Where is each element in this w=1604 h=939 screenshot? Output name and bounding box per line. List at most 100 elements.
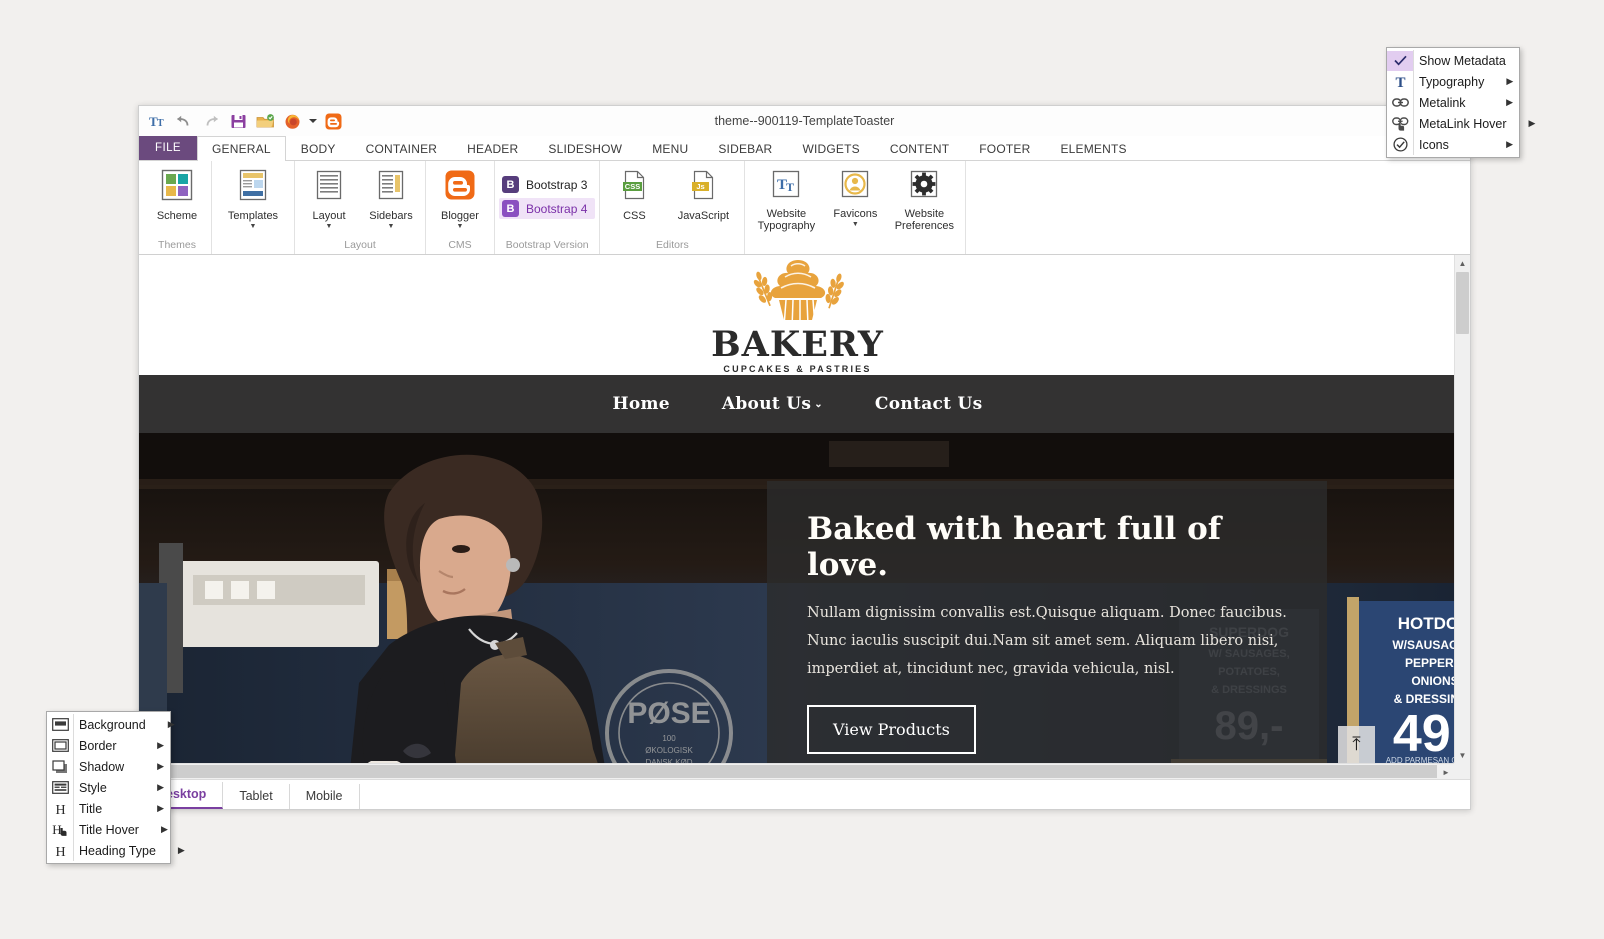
favicons-button[interactable]: Favicons ▼	[825, 166, 885, 228]
ribbon-tab-sidebar[interactable]: SIDEBAR	[703, 136, 787, 160]
menu-item-title[interactable]: H Title ▶	[47, 798, 170, 819]
ribbon-tab-header[interactable]: HEADER	[452, 136, 533, 160]
menu-item-show-metadata-label: Show Metadata	[1419, 54, 1513, 68]
blogger-button[interactable]: Blogger ▼	[430, 166, 490, 230]
scroll-right-arrow-icon[interactable]: ►	[1438, 764, 1454, 779]
website-preview-area: BAKERY CUPCAKES & PASTRIES Home About Us…	[139, 255, 1470, 779]
menu-item-metalink-hover[interactable]: MetaLink Hover ▶	[1387, 113, 1519, 134]
submenu-arrow-icon: ▶	[1484, 76, 1513, 87]
gear-icon	[908, 168, 940, 205]
ribbon-group-templates-label	[216, 251, 290, 254]
menu-item-title-label: Title	[79, 802, 135, 816]
view-products-button[interactable]: View Products	[807, 705, 976, 754]
menu-item-metalink-label: Metalink	[1419, 96, 1484, 110]
ribbon-tab-widgets[interactable]: WIDGETS	[787, 136, 874, 160]
chevron-double-up-icon[interactable]: ⤒	[1338, 726, 1375, 763]
element-context-menu[interactable]: Background ▶ Border ▶ Shadow ▶	[46, 711, 171, 864]
shadow-icon	[47, 757, 73, 777]
blogger-publish-icon[interactable]	[321, 110, 345, 132]
hero-text-overlay[interactable]: Baked with heart full of love. Nullam di…	[767, 481, 1327, 779]
ribbon-tab-slideshow[interactable]: SLIDESHOW	[533, 136, 637, 160]
preview-vertical-scrollbar[interactable]: ▲ ▼	[1454, 255, 1470, 763]
menu-item-style[interactable]: Style ▶	[47, 777, 170, 798]
export-folder-icon[interactable]	[253, 110, 277, 132]
ribbon-tab-menu[interactable]: MENU	[637, 136, 703, 160]
quick-access-toolbar: T T	[139, 110, 345, 132]
ribbon-tab-elements[interactable]: ELEMENTS	[1045, 136, 1141, 160]
layout-caret-icon[interactable]: ▼	[326, 223, 333, 230]
site-logo[interactable]: BAKERY CUPCAKES & PASTRIES	[711, 257, 884, 374]
ribbon-tab-file[interactable]: FILE	[139, 136, 197, 160]
menu-item-icons[interactable]: Icons ▶	[1387, 134, 1519, 155]
menu-icon-divider	[1413, 50, 1414, 155]
nav-item-home[interactable]: Home	[612, 394, 669, 414]
site-nav-bar[interactable]: Home About Us ⌄ Contact Us	[139, 375, 1456, 433]
device-tab-mobile[interactable]: Mobile	[290, 784, 360, 809]
link-chain-icon	[1387, 93, 1413, 113]
css-editor-button[interactable]: CSS CSS	[604, 166, 664, 222]
vertical-scroll-thumb[interactable]	[1456, 272, 1469, 334]
menu-item-background[interactable]: Background ▶	[47, 714, 170, 735]
bootstrap-3-option[interactable]: B Bootstrap 3	[499, 174, 595, 195]
scroll-up-arrow-icon[interactable]: ▲	[1455, 255, 1470, 271]
bootstrap-4-option[interactable]: B Bootstrap 4	[499, 198, 595, 219]
menu-item-metalink[interactable]: Metalink ▶	[1387, 92, 1519, 113]
templates-button[interactable]: Templates ▼	[216, 166, 290, 230]
javascript-editor-button[interactable]: Js JavaScript	[666, 166, 740, 222]
svg-text:PEPPERS,: PEPPERS,	[1405, 656, 1456, 670]
typography-T-icon: T	[1387, 72, 1413, 92]
ribbon-tab-footer[interactable]: FOOTER	[964, 136, 1045, 160]
ribbon-group-bootstrap-version: B Bootstrap 3 B Bootstrap 4 Bootstrap Ve…	[495, 161, 600, 254]
firefox-preview-icon[interactable]	[280, 110, 304, 132]
website-typography-button[interactable]: T T Website Typography	[749, 166, 823, 232]
svg-text:HOTDOG: HOTDOG	[1398, 614, 1456, 633]
hero-slideshow[interactable]: PØSE 100 ØKOLOGISK DANSK KØD SUPERDOG W/…	[139, 433, 1456, 779]
scheme-label: Scheme	[157, 210, 197, 222]
submenu-arrow-icon: ▶	[135, 740, 164, 751]
favicons-label: Favicons	[833, 208, 877, 220]
metadata-context-menu[interactable]: Show Metadata T Typography ▶ Metalink ▶	[1386, 47, 1520, 158]
device-tab-tablet[interactable]: Tablet	[223, 784, 289, 809]
ribbon-group-website-settings-label	[749, 251, 961, 254]
menu-item-style-label: Style	[79, 781, 135, 795]
menu-item-show-metadata[interactable]: Show Metadata	[1387, 50, 1519, 71]
submenu-arrow-icon: ▶	[146, 719, 175, 730]
scheme-button[interactable]: Scheme	[147, 166, 207, 222]
ribbon-tab-content[interactable]: CONTENT	[875, 136, 964, 160]
svg-text:PØSE: PØSE	[627, 697, 710, 730]
templates-caret-icon[interactable]: ▼	[250, 223, 257, 230]
ribbon-tab-general[interactable]: GENERAL	[197, 136, 286, 161]
site-header[interactable]: BAKERY CUPCAKES & PASTRIES	[139, 255, 1456, 375]
blogger-icon	[443, 168, 477, 207]
text-size-icon[interactable]: T T	[145, 110, 169, 132]
save-icon[interactable]	[226, 110, 250, 132]
bootstrap-3-label: Bootstrap 3	[526, 178, 587, 192]
undo-icon[interactable]	[172, 110, 196, 132]
horizontal-scroll-thumb[interactable]	[156, 765, 1437, 778]
website-typography-label: Website Typography	[749, 208, 823, 232]
bootstrap3-badge-icon: B	[502, 176, 519, 193]
preview-dropdown-caret-icon[interactable]	[307, 110, 318, 132]
ribbon-group-themes: Scheme Themes	[143, 161, 212, 254]
menu-item-heading-type[interactable]: H Heading Type ▶	[47, 840, 170, 861]
menu-item-title-hover[interactable]: H Title Hover ▶	[47, 819, 170, 840]
sidebars-caret-icon[interactable]: ▼	[388, 223, 395, 230]
nav-item-about-us[interactable]: About Us ⌄	[722, 394, 823, 414]
menu-item-border[interactable]: Border ▶	[47, 735, 170, 756]
scroll-down-arrow-icon[interactable]: ▼	[1455, 747, 1470, 763]
nav-item-contact-us[interactable]: Contact Us	[875, 394, 983, 414]
ribbon-tab-container[interactable]: CONTAINER	[351, 136, 453, 160]
menu-item-heading-type-label: Heading Type	[79, 844, 156, 858]
sidebars-button[interactable]: Sidebars ▼	[361, 166, 421, 230]
menu-item-typography[interactable]: T Typography ▶	[1387, 71, 1519, 92]
menu-item-shadow[interactable]: Shadow ▶	[47, 756, 170, 777]
menu-item-title-hover-label: Title Hover	[79, 823, 139, 837]
favicons-caret-icon[interactable]: ▼	[852, 221, 859, 228]
layout-button[interactable]: Layout ▼	[299, 166, 359, 230]
website-preview-canvas[interactable]: BAKERY CUPCAKES & PASTRIES Home About Us…	[139, 255, 1456, 779]
redo-icon[interactable]	[199, 110, 223, 132]
blogger-caret-icon[interactable]: ▼	[457, 223, 464, 230]
website-preferences-button[interactable]: Website Preferences	[887, 166, 961, 232]
ribbon-tab-body[interactable]: BODY	[286, 136, 351, 160]
preview-horizontal-scrollbar[interactable]: ◄ ►	[139, 763, 1454, 779]
